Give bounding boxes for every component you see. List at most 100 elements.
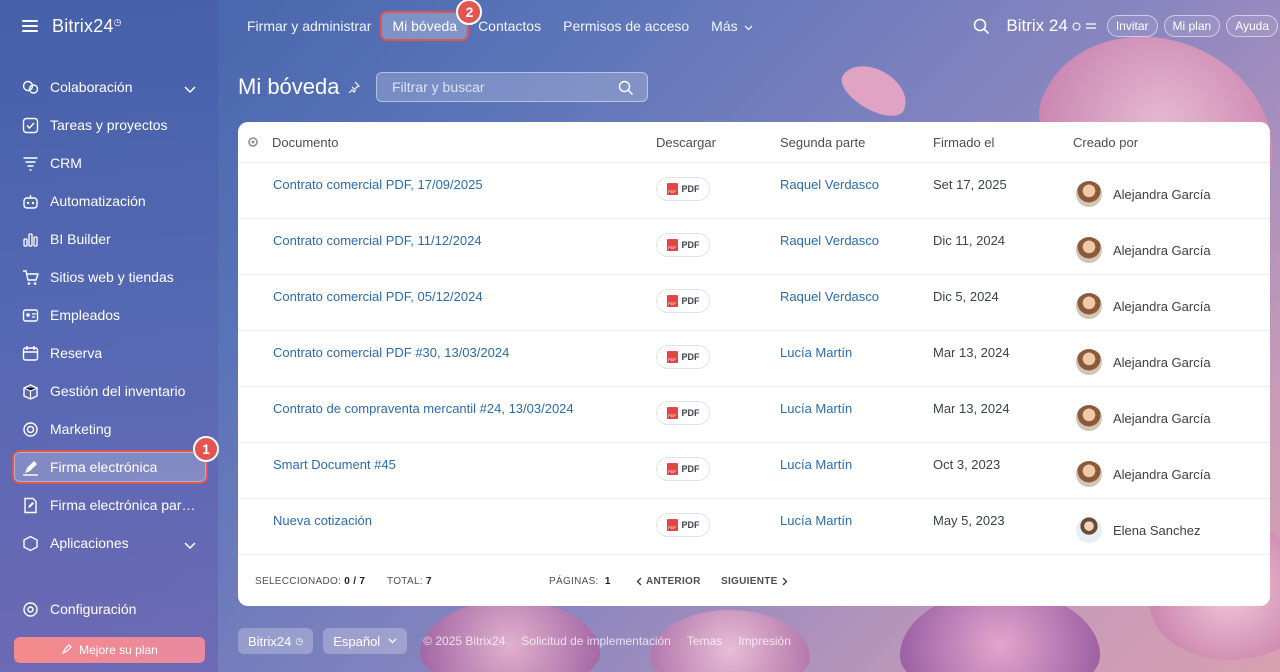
sidebar-item-label: Colaboración <box>50 79 133 95</box>
sidebar-item-crm[interactable]: CRM <box>0 144 218 182</box>
second-party-link[interactable]: Raquel Verdasco <box>780 289 879 304</box>
document-link[interactable]: Contrato comercial PDF, 17/09/2025 <box>273 177 483 192</box>
pin-icon[interactable] <box>348 80 360 98</box>
settings-gear-icon[interactable] <box>247 136 259 148</box>
footer-brand[interactable]: Bitrix24 ◷ <box>238 628 314 654</box>
upgrade-plan-button[interactable]: Mejore su plan <box>14 637 205 663</box>
brand-logo[interactable]: Bitrix24◷ <box>52 16 122 37</box>
author[interactable]: Elena Sanchez <box>1076 517 1200 543</box>
tab-permisos[interactable]: Permisos de acceso <box>554 18 698 34</box>
footer-brand-label: Bitrix24 <box>248 633 292 649</box>
second-party-link[interactable]: Lucía Martín <box>780 401 852 416</box>
sidebar-item-label: Empleados <box>50 307 121 323</box>
download-pdf-button[interactable]: PDF <box>656 457 710 481</box>
sidebar-item-colaboracion[interactable]: Colaboración <box>0 68 218 106</box>
author[interactable]: Alejandra García <box>1076 237 1211 263</box>
sidebar-item-configuracion[interactable]: Configuración <box>0 590 218 628</box>
sidebar-item-sitios[interactable]: Sitios web y tiendas <box>0 258 218 296</box>
total-count: TOTAL: 7 <box>387 576 432 587</box>
total-label: TOTAL: <box>387 576 423 587</box>
brand-switcher[interactable]: Bitrix 24 <box>1006 16 1096 36</box>
tab-contactos[interactable]: Contactos <box>469 18 550 34</box>
header-documento[interactable]: Documento <box>272 135 338 150</box>
search-icon[interactable] <box>618 80 634 101</box>
document-link[interactable]: Contrato comercial PDF #30, 13/03/2024 <box>273 345 509 360</box>
chevron-down-icon[interactable] <box>184 537 196 553</box>
tab-label: Más <box>711 18 738 34</box>
footer-link-implementation[interactable]: Solicitud de implementación <box>521 634 670 648</box>
second-party-link[interactable]: Lucía Martín <box>780 513 852 528</box>
download-pdf-button[interactable]: PDF <box>656 401 710 425</box>
second-party-link[interactable]: Raquel Verdasco <box>780 233 879 248</box>
tab-mas[interactable]: Más <box>702 18 761 34</box>
tab-firmar-administrar[interactable]: Firmar y administrar <box>238 18 380 34</box>
sidebar-item-aplicaciones[interactable]: Aplicaciones <box>0 524 218 562</box>
sidebar-item-label: CRM <box>50 155 82 171</box>
sidebar-item-marketing[interactable]: Marketing <box>0 410 218 448</box>
sidebar-item-firma-rrhh[interactable]: Firma electrónica para RR.HH. <box>0 486 218 524</box>
second-party-link[interactable]: Raquel Verdasco <box>780 177 879 192</box>
signed-date: Set 17, 2025 <box>933 177 1007 192</box>
sidebar-item-inventario[interactable]: Gestión del inventario <box>0 372 218 410</box>
document-link[interactable]: Smart Document #45 <box>273 457 396 472</box>
chevron-down-icon <box>744 25 752 31</box>
search-input[interactable] <box>377 79 597 95</box>
document-link[interactable]: Contrato de compraventa mercantil #24, 1… <box>273 401 574 416</box>
sidebar-item-label: Aplicaciones <box>50 535 129 551</box>
author[interactable]: Alejandra García <box>1076 405 1211 431</box>
title-row: Mi bóveda <box>238 70 360 104</box>
sidebar-item-automatizacion[interactable]: Automatización <box>0 182 218 220</box>
document-link[interactable]: Nueva cotización <box>273 513 372 528</box>
sidebar-item-tareas[interactable]: Tareas y proyectos <box>0 106 218 144</box>
author[interactable]: Alejandra García <box>1076 293 1211 319</box>
selected-label: SELECCIONADO: <box>255 576 342 587</box>
footer-link-print[interactable]: Impresión <box>738 634 791 648</box>
download-pdf-button[interactable]: PDF <box>656 513 710 537</box>
pdf-icon <box>666 295 678 307</box>
sidebar-item-empleados[interactable]: Empleados <box>0 296 218 334</box>
author[interactable]: Alejandra García <box>1076 349 1211 375</box>
next-label: SIGUIENTE <box>721 576 778 587</box>
chevron-down-icon[interactable] <box>184 81 196 97</box>
my-plan-button[interactable]: Mi plan <box>1163 15 1221 37</box>
download-pdf-button[interactable]: PDF <box>656 345 710 369</box>
search-icon[interactable] <box>973 18 990 35</box>
header-segunda-parte[interactable]: Segunda parte <box>780 135 865 150</box>
document-link[interactable]: Contrato comercial PDF, 05/12/2024 <box>273 289 483 304</box>
document-link[interactable]: Contrato comercial PDF, 11/12/2024 <box>273 233 482 248</box>
author-name: Alejandra García <box>1113 354 1211 370</box>
invite-button[interactable]: Invitar <box>1106 15 1158 37</box>
download-pdf-button[interactable]: PDF <box>656 233 710 257</box>
footer-link-themes[interactable]: Temas <box>687 634 722 648</box>
header-firmado-el[interactable]: Firmado el <box>933 135 994 150</box>
header-descargar[interactable]: Descargar <box>656 135 716 150</box>
previous-page-button[interactable]: ANTERIOR <box>636 576 701 587</box>
sidebar-item-bi-builder[interactable]: BI Builder <box>0 220 218 258</box>
author[interactable]: Alejandra García <box>1076 181 1211 207</box>
menu-icon[interactable] <box>22 20 38 32</box>
sidebar-item-reserva[interactable]: Reserva <box>0 334 218 372</box>
header-creado-por[interactable]: Creado por <box>1073 135 1138 150</box>
pdf-label: PDF <box>681 520 700 530</box>
pdf-icon <box>666 351 678 363</box>
author[interactable]: Alejandra García <box>1076 461 1211 487</box>
download-pdf-button[interactable]: PDF <box>656 177 710 201</box>
pdf-label: PDF <box>681 296 700 306</box>
step-badge-1: 1 <box>193 436 219 462</box>
sidebar-item-label: Marketing <box>50 421 112 437</box>
clock-icon <box>1072 22 1081 30</box>
box-icon <box>22 383 39 400</box>
sidebar-header: Bitrix24◷ <box>0 0 218 52</box>
next-page-button[interactable]: SIGUIENTE <box>721 576 788 587</box>
author-name: Alejandra García <box>1113 410 1211 426</box>
language-selector[interactable]: Español <box>323 628 408 654</box>
top-navigation: Firmar y administrar Mi bóveda 2 Contact… <box>218 0 1280 52</box>
second-party-link[interactable]: Lucía Martín <box>780 457 852 472</box>
page-footer: Bitrix24 ◷ Español © 2025 Bitrix24 Solici… <box>238 628 791 654</box>
sidebar-item-firma-electronica[interactable]: Firma electrónica 1 <box>0 436 219 486</box>
help-button[interactable]: Ayuda <box>1226 15 1278 37</box>
second-party-link[interactable]: Lucía Martín <box>780 345 852 360</box>
download-pdf-button[interactable]: PDF <box>656 289 710 313</box>
tab-mi-boveda[interactable]: Mi bóveda 2 <box>380 0 483 41</box>
rocket-icon <box>61 643 73 658</box>
